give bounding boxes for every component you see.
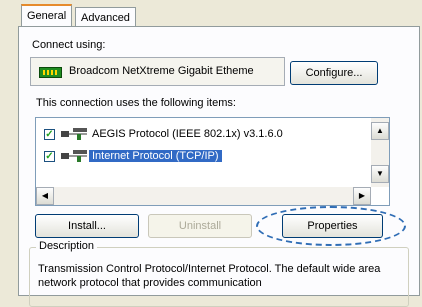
properties-button[interactable]: Properties <box>282 214 383 238</box>
item-label: AEGIS Protocol (IEEE 802.1x) v3.1.6.0 <box>92 128 283 140</box>
scroll-down-icon[interactable]: ▼ <box>371 165 389 183</box>
tab-general-label: General <box>27 10 67 22</box>
uninstall-button: Uninstall <box>148 214 252 238</box>
install-button[interactable]: Install... <box>35 214 139 238</box>
network-protocol-icon <box>61 128 87 140</box>
checkbox-checked[interactable]: ✓ <box>44 129 55 140</box>
tab-advanced-label: Advanced <box>81 12 130 24</box>
vertical-scrollbar[interactable]: ▲ ▼ <box>371 118 389 187</box>
list-item-selected[interactable]: ✓ Internet Protocol (TCP/IP) <box>36 147 371 168</box>
tab-advanced[interactable]: Advanced <box>75 7 136 26</box>
adapter-name: Broadcom NetXtreme Gigabit Etheme <box>69 65 254 77</box>
scroll-left-icon[interactable]: ◀ <box>36 187 54 205</box>
configure-button[interactable]: Configure... <box>290 61 378 85</box>
description-legend: Description <box>36 240 98 252</box>
scroll-right-icon[interactable]: ▶ <box>353 187 371 205</box>
network-protocol-icon <box>61 150 87 162</box>
description-text: Transmission Control Protocol/Internet P… <box>38 263 381 289</box>
horizontal-scrollbar[interactable]: ◀ ▶ <box>36 187 371 205</box>
adapter-field: Broadcom NetXtreme Gigabit Etheme <box>30 57 285 86</box>
item-label: Internet Protocol (TCP/IP) <box>89 150 222 162</box>
connect-using-label: Connect using: <box>32 39 106 51</box>
items-label: This connection uses the following items… <box>36 97 236 109</box>
network-adapter-icon <box>39 67 62 78</box>
components-list[interactable]: ✓ AEGIS Protocol (IEEE 802.1x) v3.1.6.0 … <box>35 117 390 206</box>
list-item[interactable]: ✓ AEGIS Protocol (IEEE 802.1x) v3.1.6.0 <box>36 125 371 146</box>
checkbox-checked[interactable]: ✓ <box>44 151 55 162</box>
scroll-up-icon[interactable]: ▲ <box>371 122 389 140</box>
tab-general[interactable]: General <box>21 4 73 26</box>
